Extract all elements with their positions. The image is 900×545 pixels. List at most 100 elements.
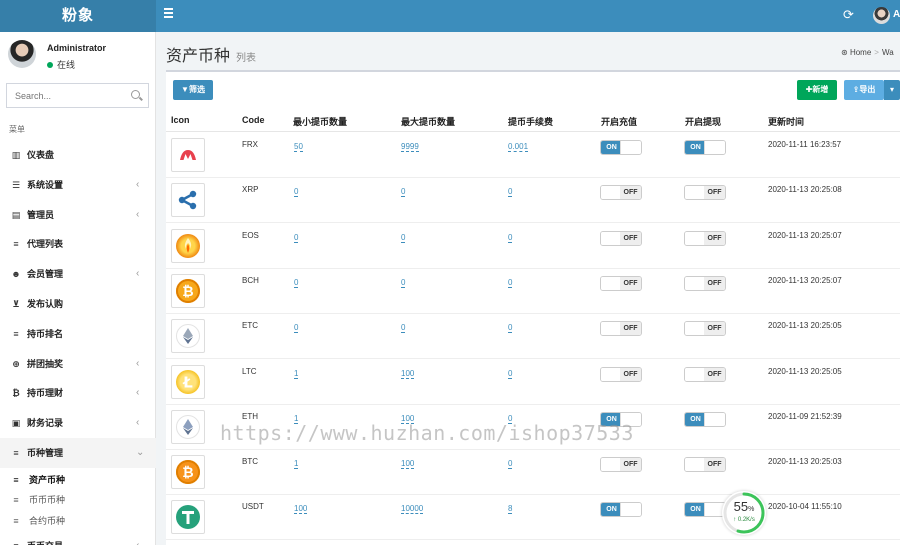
cell-min-editable[interactable]: 1 bbox=[294, 369, 299, 379]
cell-min-editable[interactable]: 1 bbox=[294, 459, 299, 470]
cell-fee-editable[interactable]: 0 bbox=[508, 459, 513, 470]
gamepad-icon: ⊕ bbox=[12, 358, 20, 369]
deposit-toggle[interactable]: OFF bbox=[600, 457, 642, 473]
ltc-coin-icon[interactable]: Ł bbox=[171, 364, 205, 399]
export-dropdown-button[interactable]: ▾ bbox=[884, 80, 900, 100]
cell-deposit: OFF bbox=[600, 362, 644, 382]
sidebar-item-3[interactable]: ≡ 代理列表 bbox=[0, 229, 156, 259]
eth-coin-icon[interactable] bbox=[171, 409, 205, 444]
cell-fee-editable[interactable]: 0 bbox=[508, 278, 513, 288]
menu-toggle-icon[interactable] bbox=[164, 8, 176, 22]
withdraw-toggle[interactable]: ON bbox=[684, 502, 726, 518]
col-min[interactable]: 最小提币数量 bbox=[293, 115, 347, 128]
etc-coin-icon[interactable] bbox=[171, 319, 205, 354]
search-icon[interactable] bbox=[131, 90, 140, 99]
withdraw-toggle[interactable]: ON bbox=[684, 411, 726, 427]
sidebar-item-label: 代理列表 bbox=[27, 239, 64, 250]
cell-max-editable[interactable]: 100 bbox=[401, 459, 415, 470]
cell-min-editable[interactable]: 0 bbox=[294, 187, 299, 198]
sidebar-item-label: 币币交易 bbox=[27, 531, 63, 545]
sidebar-item-label: 拼团抽奖 bbox=[27, 358, 64, 369]
cell-fee-editable[interactable]: 0 bbox=[508, 233, 513, 243]
cell-max-editable[interactable]: 0 bbox=[401, 278, 406, 288]
usdt-coin-icon[interactable] bbox=[171, 500, 205, 535]
col-updated[interactable]: 更新时间 bbox=[768, 115, 804, 128]
deposit-toggle[interactable]: OFF bbox=[600, 275, 642, 291]
sidebar-item-8[interactable]: ₿ 持币理财 ‹ bbox=[0, 378, 156, 408]
user-avatar[interactable] bbox=[873, 7, 890, 24]
cell-max-editable[interactable]: 100 bbox=[401, 414, 415, 424]
cell-min-editable[interactable]: 0 bbox=[294, 233, 299, 243]
bch-coin-icon[interactable]: ₿ bbox=[171, 273, 205, 308]
cell-min-editable[interactable]: 50 bbox=[294, 142, 303, 152]
cell-min-editable[interactable]: 1 bbox=[294, 414, 299, 424]
deposit-toggle[interactable]: OFF bbox=[600, 185, 642, 201]
frx-coin-icon[interactable] bbox=[171, 138, 205, 172]
sidebar-item-2[interactable]: ▤ 管理员 ‹ bbox=[0, 200, 156, 230]
deposit-toggle[interactable]: OFF bbox=[600, 366, 642, 382]
cell-min-editable[interactable]: 100 bbox=[294, 504, 308, 515]
deposit-toggle[interactable]: ON bbox=[600, 140, 642, 155]
sidebar-item-11[interactable]: ≡ 币币交易 ‹ bbox=[0, 531, 156, 545]
withdraw-toggle[interactable]: OFF bbox=[684, 230, 726, 246]
col-deposit[interactable]: 开启充值 bbox=[601, 115, 637, 128]
sidebar-item-1[interactable]: ☰ 系统设置 ‹ bbox=[0, 170, 156, 200]
cell-fee-editable[interactable]: 0 bbox=[508, 323, 513, 334]
deposit-toggle[interactable]: OFF bbox=[600, 321, 642, 337]
sidebar-subitem-1[interactable]: ≡ 币币币种 bbox=[0, 490, 156, 510]
col-code[interactable]: Code bbox=[242, 115, 265, 125]
cell-min-editable[interactable]: 0 bbox=[294, 323, 299, 334]
cell-max-editable[interactable]: 9999 bbox=[401, 142, 419, 152]
cell-max-editable[interactable]: 100 bbox=[401, 369, 415, 379]
cell-max-editable[interactable]: 0 bbox=[401, 233, 406, 243]
network-speed-widget[interactable]: 55% ↑ 0.2K/s bbox=[722, 491, 766, 535]
sidebar-item-5[interactable]: ⊻ 发布认购 bbox=[0, 289, 156, 319]
deposit-toggle[interactable]: ON bbox=[600, 411, 642, 427]
withdraw-toggle[interactable]: ON bbox=[684, 140, 726, 155]
sidebar-item-10[interactable]: ≡ 币种管理 ⌄ bbox=[0, 438, 156, 468]
cell-updated: 2020-11-13 20:25:05 bbox=[768, 321, 842, 331]
cell-fee-editable[interactable]: 0 bbox=[508, 187, 513, 198]
cell-fee-editable[interactable]: 8 bbox=[508, 504, 513, 515]
cell-min-editable[interactable]: 0 bbox=[294, 278, 299, 288]
logo[interactable]: 粉象 bbox=[0, 0, 156, 32]
col-icon[interactable]: Icon bbox=[171, 115, 190, 125]
cell-max-editable[interactable]: 10000 bbox=[401, 504, 424, 515]
col-fee[interactable]: 提币手续费 bbox=[508, 115, 553, 128]
filter-button[interactable]: ▼筛选 bbox=[173, 80, 213, 100]
sidebar: Administrator 在线 菜单 ▥ 仪表盘 ☰ 系统设置 ‹ ▤ 管理员 ‹ ≡ 代理列表… bbox=[0, 32, 156, 545]
top-user-name[interactable]: A bbox=[893, 9, 900, 20]
cell-updated: 2020-11-13 20:25:07 bbox=[768, 230, 842, 240]
withdraw-toggle[interactable]: OFF bbox=[684, 366, 726, 382]
sidebar-item-7[interactable]: ⊕ 拼团抽奖 ‹ bbox=[0, 349, 156, 379]
withdraw-toggle[interactable]: OFF bbox=[684, 275, 726, 291]
eos-coin-icon[interactable] bbox=[171, 228, 205, 263]
cell-max-editable[interactable]: 0 bbox=[401, 187, 406, 198]
sidebar-item-9[interactable]: ▣ 财务记录 ‹ bbox=[0, 408, 156, 438]
breadcrumb-home[interactable]: Home bbox=[850, 48, 871, 57]
cell-fee-editable[interactable]: 0 bbox=[508, 369, 513, 379]
withdraw-toggle[interactable]: OFF bbox=[684, 185, 726, 201]
export-button[interactable]: ⇪导出 bbox=[844, 80, 884, 100]
sidebar-subitem-2[interactable]: ≡ 合约币种 bbox=[0, 511, 156, 531]
xrp-coin-icon[interactable] bbox=[171, 183, 205, 218]
refresh-icon[interactable]: ⟳ bbox=[843, 8, 854, 22]
breadcrumb-next[interactable]: Wa bbox=[882, 48, 894, 57]
deposit-toggle[interactable]: OFF bbox=[600, 230, 642, 246]
withdraw-toggle[interactable]: OFF bbox=[684, 321, 726, 337]
sidebar-subitem-0[interactable]: ≡ 资产币种 bbox=[0, 470, 156, 490]
cell-max-editable[interactable]: 0 bbox=[401, 323, 406, 334]
search-input[interactable] bbox=[7, 84, 125, 107]
add-button[interactable]: ✚新增 bbox=[797, 80, 837, 100]
sidebar-item-6[interactable]: ≡ 持币排名 bbox=[0, 319, 156, 349]
sidebar-item-0[interactable]: ▥ 仪表盘 bbox=[0, 140, 156, 170]
cell-fee-editable[interactable]: 0 bbox=[508, 414, 513, 424]
btc-coin-icon[interactable]: ₿ bbox=[171, 455, 205, 490]
withdraw-toggle[interactable]: OFF bbox=[684, 457, 726, 473]
sidebar-item-4[interactable]: ☻ 会员管理 ‹ bbox=[0, 259, 156, 289]
col-withdraw[interactable]: 开启提现 bbox=[685, 115, 721, 128]
cell-fee-editable[interactable]: 0.001 bbox=[508, 142, 529, 152]
col-max[interactable]: 最大提币数量 bbox=[401, 115, 455, 128]
top-navbar: 粉象 ⟳ A bbox=[0, 0, 900, 32]
deposit-toggle[interactable]: ON bbox=[600, 502, 642, 518]
